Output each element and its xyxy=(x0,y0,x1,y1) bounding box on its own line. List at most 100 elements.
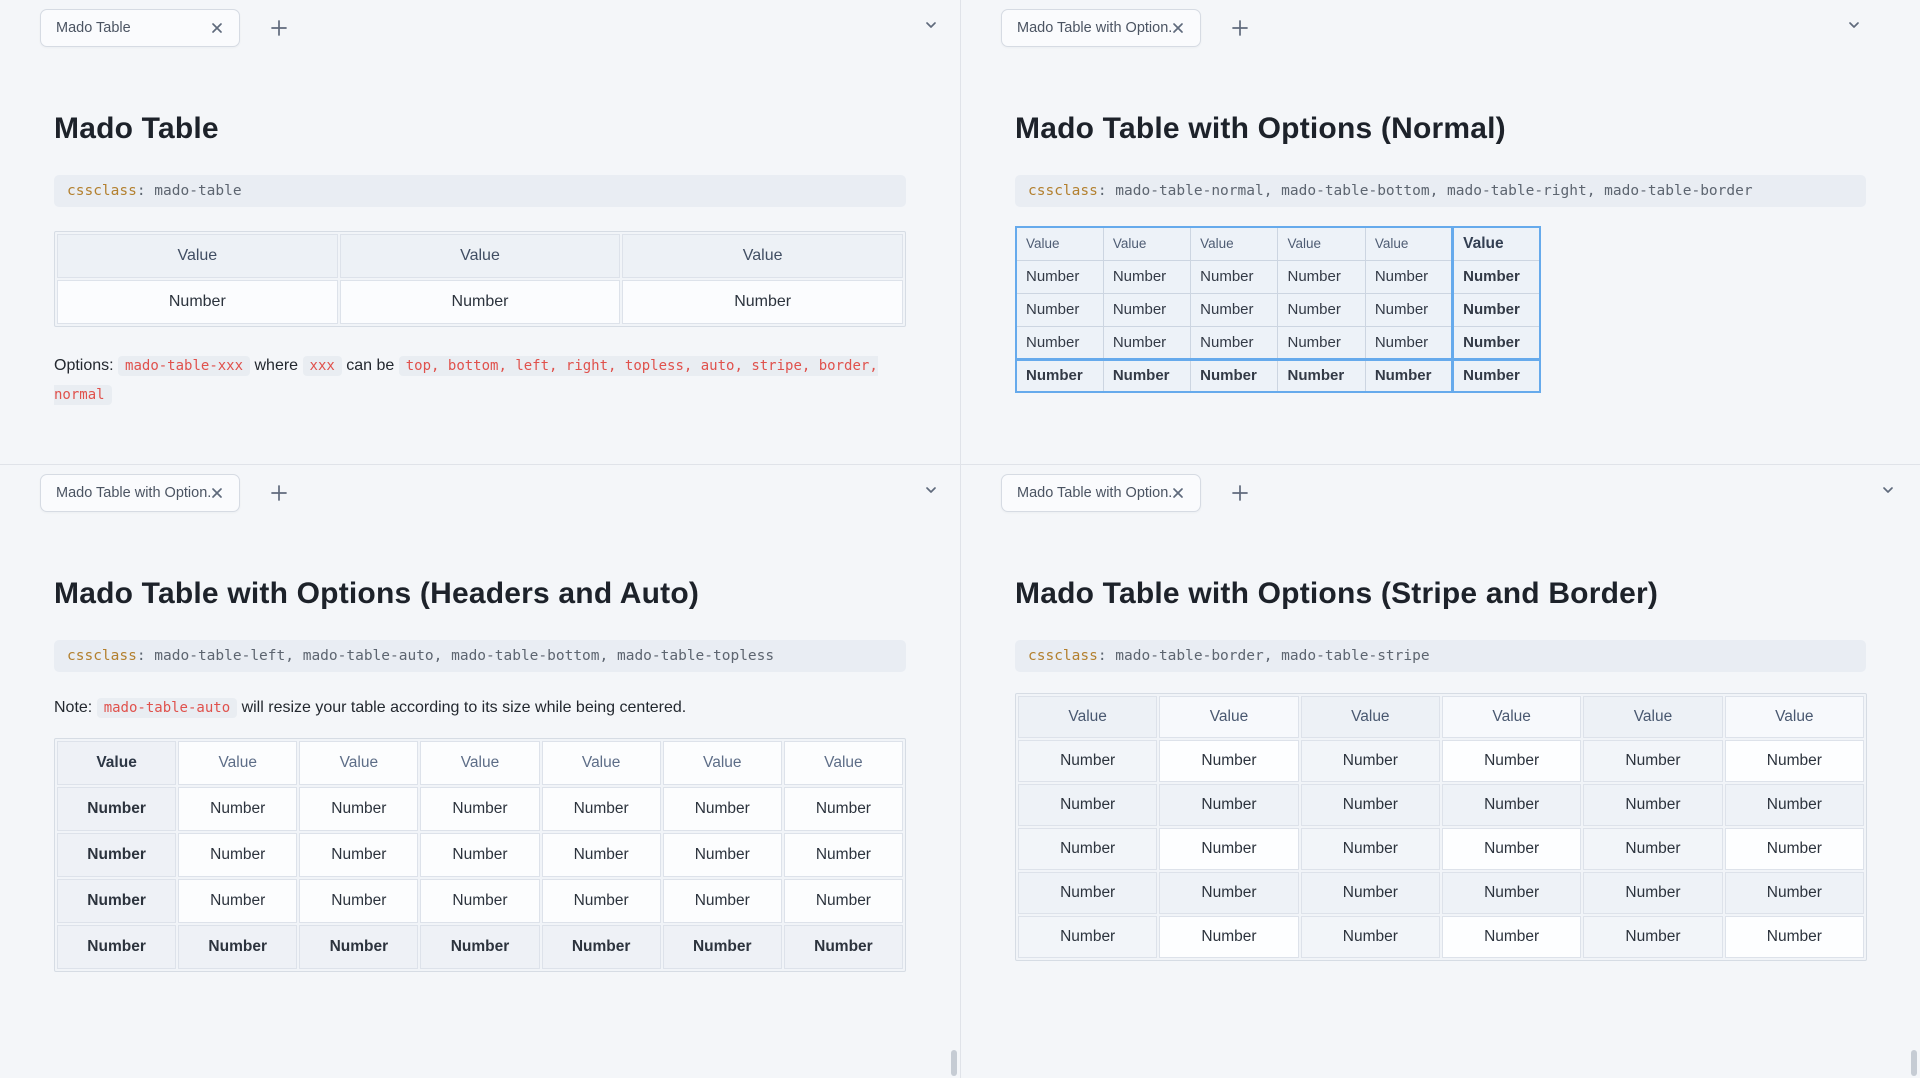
body-cell: Number xyxy=(1103,260,1190,293)
scrollbar-thumb[interactable] xyxy=(951,1050,957,1076)
tab[interactable]: Mado Table with Option... xyxy=(1001,474,1201,512)
close-icon[interactable] xyxy=(210,485,225,501)
new-tab-button[interactable] xyxy=(1226,14,1254,42)
header-cell: Value xyxy=(57,741,176,785)
body-cell: Number xyxy=(1018,872,1157,914)
body-cell: Number xyxy=(1278,326,1365,359)
chevron-down-button[interactable] xyxy=(1879,481,1897,499)
body-cell: Number xyxy=(299,833,418,877)
body-cell: Number xyxy=(1453,260,1540,293)
body-cell: Number xyxy=(542,925,661,969)
options-mid2: can be xyxy=(342,357,399,374)
body-cell: Number xyxy=(1159,872,1298,914)
tab-bar: Mado Table with Option... xyxy=(0,465,960,517)
cssclass-codeblock: cssclass: mado-table-left, mado-table-au… xyxy=(54,640,906,672)
header-cell: Value xyxy=(299,741,418,785)
body-cell: Number xyxy=(1365,326,1452,359)
body-cell: Number xyxy=(420,879,539,923)
body-cell: Number xyxy=(1453,326,1540,359)
body-cell: Number xyxy=(1301,740,1440,782)
options-paragraph: Options: mado-table-xxx where xxx can be… xyxy=(54,352,906,410)
table-row: NumberNumberNumberNumberNumberNumber xyxy=(1018,872,1864,914)
page-title: Mado Table with Options (Stripe and Bord… xyxy=(1015,577,1866,611)
table-row: NumberNumberNumber xyxy=(57,280,903,324)
header-cell: Value xyxy=(1583,696,1722,738)
body-cell: Number xyxy=(784,879,903,923)
body-cell: Number xyxy=(420,833,539,877)
chevron-down-button[interactable] xyxy=(1845,16,1863,34)
body-cell: Number xyxy=(1103,359,1190,392)
chevron-down-button[interactable] xyxy=(922,16,940,34)
header-cell: Value xyxy=(1191,227,1278,260)
new-tab-button[interactable] xyxy=(265,479,293,507)
page-title: Mado Table xyxy=(54,112,906,146)
body-cell: Number xyxy=(1453,293,1540,326)
new-tab-button[interactable] xyxy=(265,14,293,42)
close-icon[interactable] xyxy=(1171,485,1186,501)
body-cell: Number xyxy=(57,787,176,831)
body-cell: Number xyxy=(1159,916,1298,958)
body-cell: Number xyxy=(784,787,903,831)
body-cell: Number xyxy=(1725,916,1864,958)
header-cell: Value xyxy=(420,741,539,785)
body-cell: Number xyxy=(1365,359,1452,392)
cssclass-key: cssclass xyxy=(67,648,137,664)
header-cell: Value xyxy=(784,741,903,785)
body-cell: Number xyxy=(1301,872,1440,914)
body-cell: Number xyxy=(1278,260,1365,293)
body-cell: Number xyxy=(663,879,782,923)
scrollbar-thumb[interactable] xyxy=(1911,1050,1917,1076)
header-cell: Value xyxy=(542,741,661,785)
body-cell: Number xyxy=(299,787,418,831)
body-cell: Number xyxy=(1301,828,1440,870)
mado-table-normal: ValueValueValueValueValueValueNumberNumb… xyxy=(1015,226,1541,393)
body-cell: Number xyxy=(178,879,297,923)
cssclass-key: cssclass xyxy=(67,183,137,199)
body-cell: Number xyxy=(178,833,297,877)
tab-label: Mado Table xyxy=(56,20,131,36)
chevron-down-icon xyxy=(922,481,940,499)
body-cell: Number xyxy=(542,879,661,923)
tab-bar: Mado Table with Option... xyxy=(961,465,1920,517)
table-row: NumberNumberNumberNumberNumberNumber xyxy=(1016,260,1540,293)
body-cell: Number xyxy=(1725,828,1864,870)
header-cell: Value xyxy=(1103,227,1190,260)
body-cell: Number xyxy=(1301,784,1440,826)
body-cell: Number xyxy=(663,833,782,877)
new-tab-button[interactable] xyxy=(1226,479,1254,507)
header-cell: Value xyxy=(1018,696,1157,738)
tab-bar: Mado Table xyxy=(0,0,960,52)
table-row: NumberNumberNumberNumberNumberNumber xyxy=(1018,828,1864,870)
table-row: NumberNumberNumberNumberNumberNumber xyxy=(1016,326,1540,359)
tab-label: Mado Table with Option... xyxy=(56,485,210,501)
table-row: NumberNumberNumberNumberNumberNumberNumb… xyxy=(57,925,903,969)
inline-code-xxx: xxx xyxy=(303,356,342,376)
body-cell: Number xyxy=(1301,916,1440,958)
tab[interactable]: Mado Table with Option... xyxy=(40,474,240,512)
body-cell: Number xyxy=(1365,293,1452,326)
cssclass-value: : mado-table-left, mado-table-auto, mado… xyxy=(137,648,774,664)
body-cell: Number xyxy=(1278,293,1365,326)
body-cell: Number xyxy=(1018,828,1157,870)
tab[interactable]: Mado Table xyxy=(40,9,240,47)
page-title: Mado Table with Options (Headers and Aut… xyxy=(54,577,906,611)
body-cell: Number xyxy=(1016,260,1103,293)
tab[interactable]: Mado Table with Option... xyxy=(1001,9,1201,47)
close-icon[interactable] xyxy=(1171,20,1186,36)
inline-code-pattern: mado-table-xxx xyxy=(118,356,250,376)
pane-content: Mado Table with Options (Stripe and Bord… xyxy=(961,577,1920,961)
body-cell: Number xyxy=(1442,784,1581,826)
options-lead: Options: xyxy=(54,357,118,374)
tab-label: Mado Table with Option... xyxy=(1017,485,1171,501)
close-icon[interactable] xyxy=(209,20,225,36)
body-cell: Number xyxy=(1018,740,1157,782)
body-cell: Number xyxy=(1159,784,1298,826)
chevron-down-button[interactable] xyxy=(922,481,940,499)
body-cell: Number xyxy=(1191,359,1278,392)
body-cell: Number xyxy=(1583,740,1722,782)
header-cell: Value xyxy=(57,234,338,278)
body-cell: Number xyxy=(622,280,903,324)
pane-bottom-right: Mado Table with Option... Mado Table wit… xyxy=(961,465,1920,1078)
note-paragraph: Note: mado-table-auto will resize your t… xyxy=(54,694,906,723)
page-title: Mado Table with Options (Normal) xyxy=(1015,112,1866,146)
